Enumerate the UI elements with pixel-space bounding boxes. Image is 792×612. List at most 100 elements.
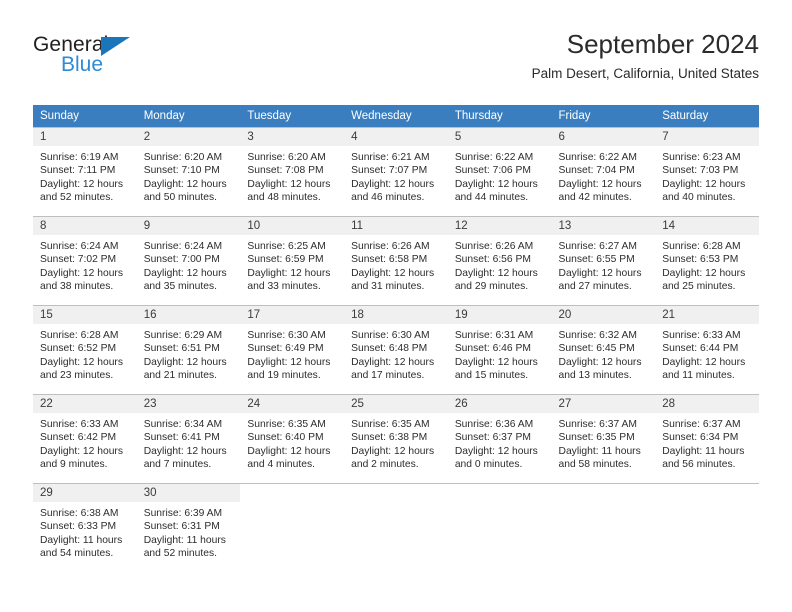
weekday-header-row: Sunday Monday Tuesday Wednesday Thursday… [33, 105, 759, 127]
calendar-day[interactable]: 25 Sunrise: 6:35 AM Sunset: 6:38 PM Dayligh… [344, 394, 448, 483]
calendar-day[interactable]: 11 Sunrise: 6:26 AM Sunset: 6:58 PM Dayligh… [344, 216, 448, 305]
day-details: Sunrise: 6:26 AM Sunset: 6:58 PM Daylight:… [344, 235, 448, 294]
day-details: Sunrise: 6:28 AM Sunset: 6:53 PM Daylight:… [655, 235, 759, 294]
calendar-day[interactable]: 4 Sunrise: 6:21 AM Sunset: 7:07 PM Daylight… [344, 127, 448, 216]
sunset-time: Sunset: 6:45 PM [558, 343, 635, 355]
sunrise-time: Sunrise: 6:25 AM [247, 241, 326, 252]
sunset-time: Sunset: 7:11 PM [40, 165, 116, 177]
day-number [655, 484, 759, 502]
calendar-day-empty [447, 483, 552, 572]
sunset-time: Sunset: 7:06 PM [454, 165, 531, 177]
calendar-cell [344, 483, 448, 572]
daylight-duration-line2: and 46 minutes. [351, 192, 425, 204]
sunrise-time: Sunrise: 6:22 AM [454, 152, 534, 163]
calendar-cell: 1 Sunrise: 6:19 AM Sunset: 7:11 PM Daylight… [33, 127, 137, 216]
calendar-day[interactable]: 5 Sunrise: 6:22 AM Sunset: 7:06 PM Daylight… [447, 127, 552, 216]
sunrise-time: Sunrise: 6:23 AM [662, 152, 741, 163]
calendar-cell: 29 Sunrise: 6:38 AM Sunset: 6:33 PM Dayligh… [33, 483, 137, 572]
daylight-duration-line2: and 7 minutes. [143, 459, 212, 471]
calendar-day[interactable]: 19 Sunrise: 6:31 AM Sunset: 6:46 PM Dayligh… [447, 305, 552, 394]
daylight-duration-line2: and 38 minutes. [40, 281, 114, 293]
calendar-day[interactable]: 10 Sunrise: 6:25 AM Sunset: 6:59 PM Dayligh… [240, 216, 345, 305]
day-details: Sunrise: 6:33 AM Sunset: 6:44 PM Daylight:… [655, 324, 759, 383]
page-subtitle: Palm Desert, California, United States [531, 65, 759, 81]
sunrise-time: Sunrise: 6:30 AM [247, 330, 326, 341]
logo-text-general: General [33, 33, 109, 56]
calendar-day[interactable]: 6 Sunrise: 6:22 AM Sunset: 7:04 PM Daylight… [551, 127, 656, 216]
calendar-day[interactable]: 23 Sunrise: 6:34 AM Sunset: 6:41 PM Dayligh… [136, 394, 241, 483]
daylight-duration-line1: Daylight: 12 hours [662, 267, 746, 279]
calendar-day[interactable]: 24 Sunrise: 6:35 AM Sunset: 6:40 PM Dayligh… [240, 394, 345, 483]
day-number: 20 [551, 306, 656, 324]
calendar-day[interactable]: 18 Sunrise: 6:30 AM Sunset: 6:48 PM Dayligh… [344, 305, 448, 394]
general-blue-logo[interactable]: General Blue [33, 34, 203, 90]
day-number: 13 [551, 217, 656, 235]
calendar-day[interactable]: 15 Sunrise: 6:28 AM Sunset: 6:52 PM Dayligh… [33, 305, 137, 394]
calendar-cell: 5 Sunrise: 6:22 AM Sunset: 7:06 PM Daylight… [447, 127, 552, 216]
sunset-time: Sunset: 6:48 PM [351, 343, 428, 355]
calendar-day[interactable]: 9 Sunrise: 6:24 AM Sunset: 7:00 PM Daylight… [136, 216, 241, 305]
calendar-day[interactable]: 21 Sunrise: 6:33 AM Sunset: 6:44 PM Dayligh… [655, 305, 759, 394]
calendar-week-row: 8 Sunrise: 6:24 AM Sunset: 7:02 PM Daylight… [33, 216, 759, 305]
calendar-cell: 17 Sunrise: 6:30 AM Sunset: 6:49 PM Dayligh… [240, 305, 345, 394]
day-number [447, 484, 552, 502]
calendar-day[interactable]: 20 Sunrise: 6:32 AM Sunset: 6:45 PM Dayligh… [551, 305, 656, 394]
daylight-duration-line1: Daylight: 12 hours [40, 178, 123, 190]
calendar-day[interactable]: 14 Sunrise: 6:28 AM Sunset: 6:53 PM Dayligh… [655, 216, 759, 305]
sunset-time: Sunset: 7:07 PM [351, 165, 428, 177]
calendar-day[interactable]: 29 Sunrise: 6:38 AM Sunset: 6:33 PM Dayligh… [33, 483, 137, 572]
sunset-time: Sunset: 7:10 PM [143, 165, 220, 177]
calendar-cell: 22 Sunrise: 6:33 AM Sunset: 6:42 PM Dayligh… [33, 394, 137, 483]
calendar-day[interactable]: 22 Sunrise: 6:33 AM Sunset: 6:42 PM Dayligh… [33, 394, 137, 483]
day-number: 12 [447, 217, 552, 235]
daylight-duration-line2: and 19 minutes. [247, 370, 321, 382]
day-details: Sunrise: 6:26 AM Sunset: 6:56 PM Daylight:… [448, 235, 552, 294]
daylight-duration-line2: and 15 minutes. [454, 370, 529, 382]
day-details: Sunrise: 6:28 AM Sunset: 6:52 PM Daylight:… [33, 324, 137, 383]
calendar-day-empty [655, 483, 759, 572]
calendar-cell: 6 Sunrise: 6:22 AM Sunset: 7:04 PM Daylight… [551, 127, 656, 216]
calendar-cell: 14 Sunrise: 6:28 AM Sunset: 6:53 PM Dayligh… [655, 216, 759, 305]
day-details: Sunrise: 6:25 AM Sunset: 6:59 PM Daylight:… [240, 235, 344, 294]
weekday-header-thursday: Thursday [447, 105, 552, 127]
day-number: 15 [33, 306, 137, 324]
day-number: 5 [447, 128, 552, 146]
day-details: Sunrise: 6:39 AM Sunset: 6:31 PM Daylight:… [137, 502, 241, 561]
calendar-day[interactable]: 27 Sunrise: 6:37 AM Sunset: 6:35 PM Dayligh… [551, 394, 656, 483]
sunrise-time: Sunrise: 6:30 AM [351, 330, 430, 341]
daylight-duration-line1: Daylight: 12 hours [143, 356, 227, 368]
calendar-cell [447, 483, 552, 572]
calendar-day[interactable]: 2 Sunrise: 6:20 AM Sunset: 7:10 PM Daylight… [136, 127, 241, 216]
calendar-day[interactable]: 28 Sunrise: 6:37 AM Sunset: 6:34 PM Dayligh… [655, 394, 759, 483]
daylight-duration-line1: Daylight: 12 hours [143, 267, 227, 279]
calendar-day[interactable]: 1 Sunrise: 6:19 AM Sunset: 7:11 PM Daylight… [33, 127, 137, 216]
daylight-duration-line1: Daylight: 12 hours [558, 356, 642, 368]
daylight-duration-line2: and 21 minutes. [143, 370, 217, 382]
calendar-day[interactable]: 7 Sunrise: 6:23 AM Sunset: 7:03 PM Daylight… [655, 127, 759, 216]
calendar-cell [240, 483, 345, 572]
calendar-day[interactable]: 3 Sunrise: 6:20 AM Sunset: 7:08 PM Daylight… [240, 127, 345, 216]
sunrise-time: Sunrise: 6:19 AM [40, 152, 119, 163]
day-details: Sunrise: 6:38 AM Sunset: 6:33 PM Daylight:… [33, 502, 137, 561]
calendar-day[interactable]: 26 Sunrise: 6:36 AM Sunset: 6:37 PM Dayligh… [447, 394, 552, 483]
sunrise-time: Sunrise: 6:21 AM [351, 152, 430, 163]
day-details: Sunrise: 6:22 AM Sunset: 7:04 PM Daylight:… [552, 146, 656, 205]
daylight-duration-line1: Daylight: 12 hours [662, 178, 746, 190]
sunrise-time: Sunrise: 6:36 AM [454, 419, 534, 430]
day-number: 16 [136, 306, 241, 324]
calendar-day[interactable]: 8 Sunrise: 6:24 AM Sunset: 7:02 PM Daylight… [33, 216, 137, 305]
calendar-cell: 8 Sunrise: 6:24 AM Sunset: 7:02 PM Daylight… [33, 216, 137, 305]
calendar-day[interactable]: 16 Sunrise: 6:29 AM Sunset: 6:51 PM Dayligh… [136, 305, 241, 394]
sunset-time: Sunset: 6:51 PM [143, 343, 220, 355]
calendar-day[interactable]: 17 Sunrise: 6:30 AM Sunset: 6:49 PM Dayligh… [240, 305, 345, 394]
calendar-day[interactable]: 13 Sunrise: 6:27 AM Sunset: 6:55 PM Dayligh… [551, 216, 656, 305]
weekday-header-tuesday: Tuesday [240, 105, 345, 127]
day-number: 7 [655, 128, 759, 146]
sunrise-time: Sunrise: 6:34 AM [143, 419, 223, 430]
daylight-duration-line1: Daylight: 12 hours [454, 178, 538, 190]
calendar-day[interactable]: 12 Sunrise: 6:26 AM Sunset: 6:56 PM Dayligh… [447, 216, 552, 305]
daylight-duration-line2: and 25 minutes. [662, 281, 736, 293]
calendar-day[interactable]: 30 Sunrise: 6:39 AM Sunset: 6:31 PM Dayligh… [136, 483, 241, 572]
day-details: Sunrise: 6:37 AM Sunset: 6:35 PM Daylight:… [552, 413, 656, 472]
sunset-time: Sunset: 6:56 PM [454, 254, 531, 266]
